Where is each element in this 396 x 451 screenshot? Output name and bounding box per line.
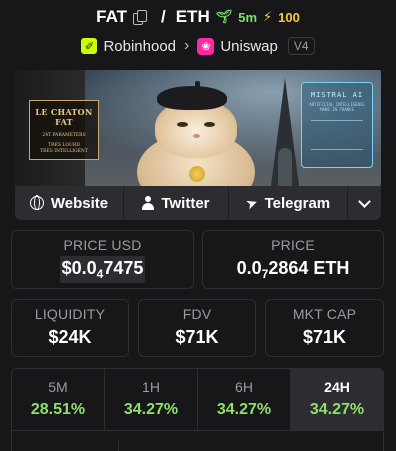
- market-cap-value: $71K: [302, 327, 347, 347]
- quote-symbol: ETH: [175, 7, 210, 26]
- liquidity-value: $24K: [48, 327, 92, 347]
- pair-separator: /: [160, 7, 166, 26]
- paper-plane-icon: ➤: [243, 193, 260, 213]
- copy-icon[interactable]: [132, 10, 147, 25]
- dex-version-badge: V4: [287, 37, 315, 55]
- timeframe-label: 5M: [48, 379, 68, 395]
- dex-name[interactable]: Uniswap: [220, 38, 278, 55]
- chevron-right-icon: ›: [184, 37, 190, 54]
- tab-24h[interactable]: 24H 34.27%: [291, 369, 383, 430]
- chevron-down-icon: [358, 194, 371, 208]
- price-usd-label: PRICE USD: [63, 237, 142, 253]
- social-links-bar: Website Twitter ➤ Telegram: [15, 186, 381, 220]
- price-change: 34.27%: [123, 401, 179, 418]
- mistral-sign: MISTRAL AI ARTIFICIAL INTELLIGENCE MADE …: [301, 82, 373, 168]
- telegram-button[interactable]: ➤ Telegram: [229, 186, 348, 220]
- le-chaton-sign: LE CHATON FAT 24T PARAMETERS TRÈS LOURD …: [29, 100, 99, 160]
- price-eth-value: 0.072864 ETH: [236, 258, 350, 281]
- website-button[interactable]: Website: [15, 186, 124, 220]
- pair-title: FAT / ETH 🌱︎ 5m ⚡︎ 100: [0, 6, 396, 28]
- price-change: 28.51%: [30, 401, 86, 418]
- market-cap-label: MKT CAP: [292, 306, 357, 322]
- chain-dex-breadcrumb: ✐ Robinhood › ❀ Uniswap V4: [0, 34, 396, 58]
- token-pair-panel: FAT / ETH 🌱︎ 5m ⚡︎ 100 ✐ Robinhood › ❀ U…: [0, 0, 396, 451]
- twitter-label: Twitter: [161, 194, 210, 212]
- timeframe-tabs: 5M 28.51% 1H 34.27% 6H 34.27% 24H 34.27%: [11, 368, 384, 451]
- txn-stats-row: [12, 431, 383, 451]
- more-links-button[interactable]: [348, 186, 381, 220]
- twitter-button[interactable]: Twitter: [124, 186, 229, 220]
- person-icon: [142, 196, 155, 210]
- seedling-icon: 🌱︎: [215, 9, 233, 24]
- fdv-value: $71K: [175, 327, 219, 347]
- tab-6h[interactable]: 6H 34.27%: [198, 369, 291, 430]
- fat-cat-illustration: [133, 81, 261, 186]
- chain-name[interactable]: Robinhood: [103, 38, 176, 55]
- market-cap-card: MKT CAP $71K: [265, 299, 384, 357]
- base-symbol: FAT: [96, 7, 127, 26]
- timeframe-label: 1H: [142, 379, 160, 395]
- bolt-icon: ⚡︎: [263, 9, 273, 24]
- timeframe-label: 24H: [324, 379, 350, 395]
- uniswap-icon: ❀: [197, 37, 215, 55]
- eiffel-tower: [271, 78, 299, 186]
- price-usd-value[interactable]: $0.047475: [62, 258, 144, 281]
- timeframe-label: 6H: [235, 379, 253, 395]
- tab-1h[interactable]: 1H 34.27%: [105, 369, 198, 430]
- globe-icon: [29, 195, 44, 211]
- token-banner-image: LE CHATON FAT 24T PARAMETERS TRÈS LOURD …: [15, 70, 381, 186]
- price-change: 34.27%: [216, 401, 272, 418]
- price-usd-card: PRICE USD $0.047475: [11, 230, 194, 289]
- robinhood-chain-icon: ✐: [81, 38, 98, 54]
- telegram-label: Telegram: [264, 194, 331, 212]
- liquidity-label: LIQUIDITY: [34, 306, 106, 322]
- liquidity-card: LIQUIDITY $24K: [11, 299, 129, 357]
- price-eth-card: PRICE 0.072864 ETH: [202, 230, 384, 289]
- pair-age: 5m: [238, 9, 258, 25]
- price-change: 34.27%: [309, 401, 365, 418]
- price-label: PRICE: [271, 237, 315, 253]
- tab-5m[interactable]: 5M 28.51%: [12, 369, 105, 430]
- boost-count[interactable]: 100: [278, 10, 300, 25]
- website-label: Website: [50, 194, 109, 212]
- fdv-card: FDV $71K: [138, 299, 256, 357]
- fdv-label: FDV: [182, 306, 212, 322]
